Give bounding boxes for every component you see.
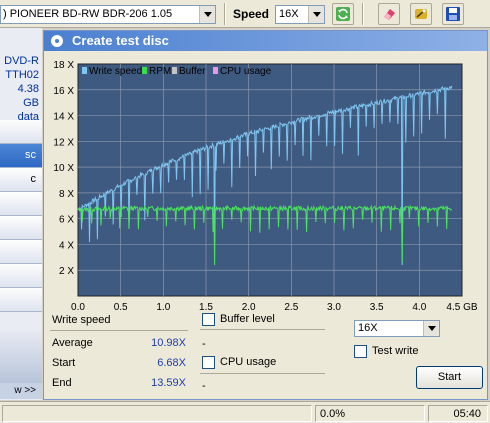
x-tick-label: 2.0 — [242, 302, 256, 313]
save-icon — [446, 7, 460, 21]
stat-end: End 13.59X — [52, 377, 186, 391]
speed-select[interactable]: 16X — [275, 5, 325, 24]
test-write-label: Test write — [372, 345, 419, 357]
y-tick-label: 12 X — [53, 137, 74, 148]
chevron-down-icon[interactable] — [308, 6, 324, 23]
x-tick-label: 0.5 — [114, 302, 128, 313]
x-tick-label: 4.5 GB — [446, 302, 477, 313]
x-tick-label: 2.5 — [284, 302, 298, 313]
y-tick-label: 10 X — [53, 163, 74, 174]
eraser-icon — [384, 9, 395, 20]
stat-average: Average 10.98X — [52, 337, 186, 351]
sidebar-item-create-disc[interactable]: sc — [0, 144, 42, 168]
panel-title: Create test disc — [72, 33, 169, 48]
wand-icon — [415, 9, 427, 19]
chevron-down-icon[interactable] — [423, 321, 439, 336]
y-tick-label: 2 X — [59, 266, 74, 277]
buffer-level-value: - — [202, 338, 206, 350]
status-cell-main — [2, 405, 312, 422]
stat-value: 6.68X — [157, 357, 186, 369]
stat-label: Average — [52, 337, 93, 349]
create-test-disc-panel: Create test disc 0.0 0.5 1.0 1.5 2.0 2.5 3.0 3.… — [43, 30, 488, 400]
y-tick-label: 18 X — [53, 60, 74, 71]
stat-value: 13.59X — [151, 377, 186, 389]
sidebar-item-5[interactable] — [0, 216, 42, 240]
stat-label: End — [52, 377, 72, 389]
x-tick-label: 0.0 — [71, 302, 85, 313]
speed-label: Speed — [233, 7, 270, 21]
legend-swatch — [172, 67, 177, 74]
save-button[interactable] — [442, 3, 464, 25]
disc-icon — [51, 35, 63, 47]
test-write-checkbox[interactable] — [354, 345, 367, 358]
y-tick-label: 16 X — [53, 86, 74, 97]
drive-name: ) PIONEER BD-RW BDR-206 1.05 — [3, 8, 173, 20]
sidebar-more-label: w >> — [14, 385, 36, 396]
disc-type: DVD-R — [4, 55, 39, 67]
divider — [200, 329, 325, 330]
legend-label: RPM — [149, 66, 171, 77]
status-bar: 0.0% 05:40 — [0, 401, 490, 423]
cpu-usage-label: CPU usage — [220, 356, 277, 368]
x-tick-label: 3.5 — [370, 302, 384, 313]
sidebar-item-7[interactable] — [0, 264, 42, 288]
status-cell-time: 05:40 — [428, 405, 488, 422]
divider — [200, 373, 325, 374]
toolbar-separator — [224, 3, 226, 25]
sidebar-item-8[interactable] — [0, 288, 42, 312]
legend-label: Write speed — [89, 66, 142, 77]
sidebar-item-label: c — [30, 173, 37, 185]
chevron-down-icon[interactable] — [199, 6, 215, 23]
panel-header: Create test disc — [44, 31, 487, 51]
toolbar-separator — [362, 3, 364, 25]
disc-info: DVD-R TTH02 4.38 GB data — [0, 54, 39, 124]
y-tick-label: 6 X — [59, 215, 74, 226]
status-time: 05:40 — [453, 408, 481, 420]
stats-heading: Write speed — [52, 314, 111, 326]
sidebar-item-label: sc — [25, 149, 36, 161]
disc-capacity: 4.38 GB — [17, 83, 39, 109]
divider — [50, 330, 188, 331]
buffer-level-checkbox[interactable] — [202, 313, 215, 326]
drive-select[interactable]: ) PIONEER BD-RW BDR-206 1.05 — [0, 5, 216, 24]
legend-label: Buffer — [179, 66, 206, 77]
buffer-level-label: Buffer level — [220, 313, 275, 325]
disc-id: TTH02 — [5, 69, 39, 81]
start-button[interactable]: Start — [416, 366, 483, 389]
x-tick-label: 1.5 — [199, 302, 213, 313]
y-tick-label: 8 X — [59, 189, 74, 200]
cpu-usage-checkbox[interactable] — [202, 356, 215, 369]
legend-swatch — [142, 67, 147, 74]
y-tick-label: 14 X — [53, 112, 74, 123]
refresh-button[interactable] — [332, 3, 354, 25]
write-speed-chart: 0.0 0.5 1.0 1.5 2.0 2.5 3.0 3.5 4.0 4.5 GB 2 X 4 X 6… — [53, 60, 477, 313]
sidebar: DVD-R TTH02 4.38 GB data sc c w >> — [0, 28, 42, 400]
sidebar-more-button[interactable]: w >> — [0, 383, 42, 399]
x-tick-label: 3.0 — [327, 302, 341, 313]
legend-label: CPU usage — [220, 66, 272, 77]
x-tick-label: 1.0 — [156, 302, 170, 313]
stat-start: Start 6.68X — [52, 357, 186, 371]
write-speed-value: 16X — [358, 322, 378, 334]
stat-value: 10.98X — [151, 337, 186, 349]
legend-swatch — [213, 67, 218, 74]
sidebar-item-3[interactable]: c — [0, 168, 42, 192]
sidebar-item-1[interactable] — [0, 120, 42, 144]
refresh-icon — [336, 7, 350, 21]
x-tick-label: 4.0 — [412, 302, 426, 313]
erase-button[interactable] — [378, 3, 400, 25]
sidebar-item-4[interactable] — [0, 192, 42, 216]
status-progress: 0.0% — [320, 408, 346, 420]
cpu-usage-value: - — [202, 380, 206, 392]
sidebar-item-6[interactable] — [0, 240, 42, 264]
legend-swatch — [82, 67, 87, 74]
stat-label: Start — [52, 357, 76, 369]
status-cell-progress: 0.0% — [315, 405, 425, 422]
write-speed-select[interactable]: 16X — [354, 320, 440, 337]
sidebar-spacer — [0, 328, 42, 383]
wizard-button[interactable] — [410, 3, 432, 25]
y-tick-label: 4 X — [59, 240, 74, 251]
toolbar: ) PIONEER BD-RW BDR-206 1.05 Speed 16X — [0, 0, 490, 28]
speed-value: 16X — [279, 8, 299, 20]
